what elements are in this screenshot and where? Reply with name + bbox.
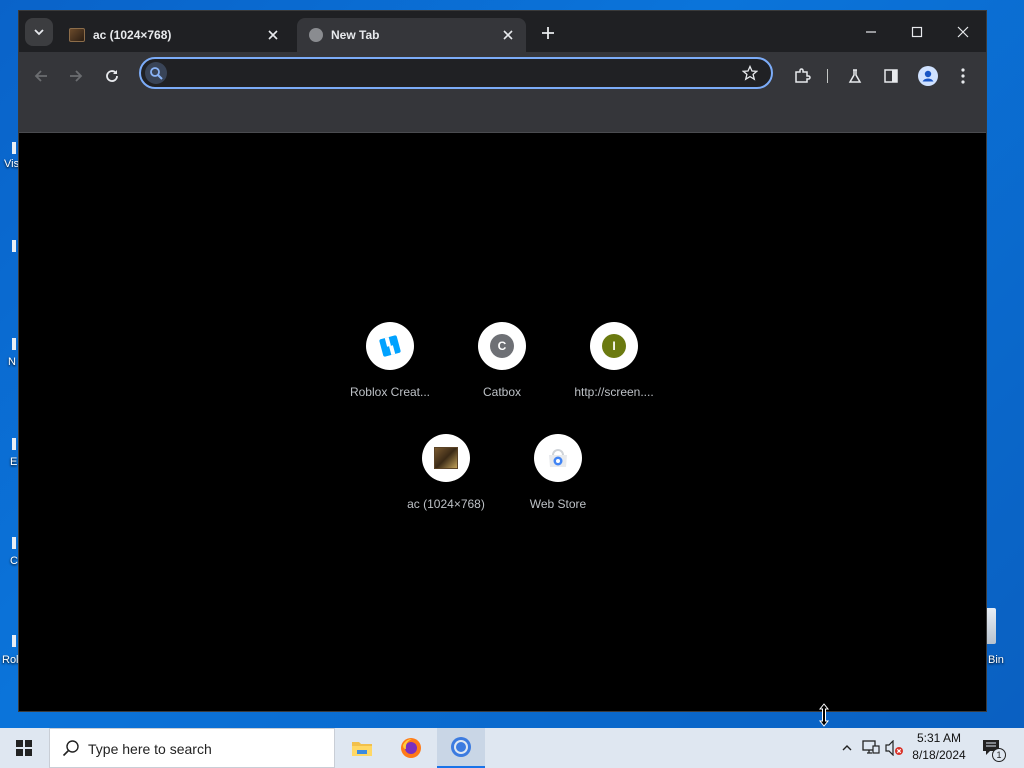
taskbar-search-box[interactable]: Type here to search <box>49 728 335 768</box>
notification-badge: 1 <box>992 748 1006 762</box>
new-tab-button[interactable] <box>538 23 558 43</box>
search-icon <box>145 62 167 84</box>
show-hidden-icons-button[interactable] <box>837 738 857 758</box>
new-tab-page: Roblox Creat... C Catbox I http://screen… <box>19 133 986 711</box>
address-input[interactable] <box>173 62 737 86</box>
bookmark-star-icon[interactable] <box>741 64 759 82</box>
browser-window: ac (1024×768) New Tab Roblox Creat... C … <box>18 10 987 712</box>
web-store-icon <box>534 434 582 482</box>
browser-toolbar <box>19 52 986 133</box>
maximize-icon <box>911 26 923 38</box>
arrow-right-icon <box>70 70 83 82</box>
roblox-studio-icon <box>366 322 414 370</box>
desktop-icon-fragment[interactable] <box>12 338 16 350</box>
extensions-button[interactable] <box>790 64 814 88</box>
close-icon <box>957 26 969 38</box>
volume-button[interactable] <box>885 738 905 758</box>
thumbnail-image <box>434 447 458 469</box>
avatar-icon <box>918 66 938 86</box>
screen-letter-icon: I <box>590 322 638 370</box>
tab-ac[interactable]: ac (1024×768) <box>57 18 291 52</box>
chevron-down-icon <box>34 29 44 36</box>
network-button[interactable] <box>861 738 881 758</box>
side-panel-icon <box>884 69 898 83</box>
ac-favicon-icon <box>69 28 85 42</box>
firefox-button[interactable] <box>387 728 435 768</box>
shortcut-tile-catbox[interactable]: C Catbox <box>446 322 558 422</box>
action-center-button[interactable]: 1 <box>982 738 1006 762</box>
start-button[interactable] <box>0 728 48 768</box>
globe-icon <box>309 28 323 42</box>
chrome-icon <box>451 737 471 757</box>
resize-cursor-icon <box>818 703 830 727</box>
close-window-button[interactable] <box>940 19 986 45</box>
shortcut-label: http://screen.... <box>574 385 654 399</box>
letter-avatar: I <box>602 334 626 358</box>
maximize-button[interactable] <box>894 19 940 45</box>
clock[interactable]: 5:31 AM 8/18/2024 <box>904 730 974 764</box>
puzzle-icon <box>795 68 811 83</box>
address-bar[interactable] <box>139 57 773 89</box>
tab-new-tab[interactable]: New Tab <box>297 18 526 52</box>
arrow-left-icon <box>34 70 47 82</box>
minimize-button[interactable] <box>848 19 894 45</box>
plus-icon <box>542 27 554 39</box>
folder-icon <box>352 742 372 756</box>
letter-avatar: C <box>490 334 514 358</box>
catbox-letter-icon: C <box>478 322 526 370</box>
clock-date: 8/18/2024 <box>912 748 966 762</box>
tab-title: New Tab <box>331 28 380 42</box>
reload-icon <box>106 70 118 82</box>
labs-button[interactable] <box>843 64 867 88</box>
profile-button[interactable] <box>916 64 940 88</box>
forward-button[interactable] <box>64 64 88 88</box>
desktop-icon-fragment[interactable] <box>12 537 16 549</box>
shortcut-label: ac (1024×768) <box>407 497 485 511</box>
shortcut-tile-web-store[interactable]: Web Store <box>502 434 614 534</box>
network-icon <box>862 740 880 754</box>
chrome-button[interactable] <box>437 728 485 768</box>
shortcut-tile-ac[interactable]: ac (1024×768) <box>390 434 502 534</box>
desktop-icon-fragment[interactable] <box>12 438 16 450</box>
search-icon <box>62 740 79 757</box>
kebab-menu-icon <box>961 68 965 84</box>
close-tab-icon[interactable] <box>265 27 281 43</box>
desktop-label: Rol <box>2 654 19 666</box>
desktop-label: N <box>8 356 16 368</box>
side-panel-button[interactable] <box>879 64 903 88</box>
taskbar: Type here to search 5:31 AM 8/18/2024 1 <box>0 728 1024 768</box>
volume-muted-icon <box>885 740 903 756</box>
close-tab-icon[interactable] <box>500 27 516 43</box>
minimize-icon <box>866 31 876 33</box>
shortcut-tile-roblox[interactable]: Roblox Creat... <box>334 322 446 422</box>
ac-thumbnail-icon <box>422 434 470 482</box>
search-placeholder: Type here to search <box>88 741 212 757</box>
menu-button[interactable] <box>951 64 975 88</box>
flask-icon <box>848 69 862 83</box>
toolbar-separator <box>827 69 828 83</box>
desktop-icon-fragment[interactable] <box>12 240 16 252</box>
desktop-label: E <box>10 456 18 468</box>
desktop-label: Bin <box>988 654 1004 666</box>
shortcut-label: Catbox <box>482 385 522 399</box>
desktop-icon-fragment[interactable] <box>12 635 16 647</box>
windows-logo-icon <box>16 740 32 756</box>
tab-title: ac (1024×768) <box>93 28 172 42</box>
back-button[interactable] <box>29 64 53 88</box>
reload-button[interactable] <box>100 64 124 88</box>
file-explorer-button[interactable] <box>338 728 386 768</box>
desktop-icon-fragment[interactable] <box>12 142 16 154</box>
shortcut-label: Web Store <box>529 497 587 511</box>
tab-strip: ac (1024×768) New Tab <box>19 11 986 52</box>
desktop-label: Vis <box>4 158 20 170</box>
desktop-label: C <box>10 555 18 567</box>
clock-time: 5:31 AM <box>916 731 962 745</box>
shortcut-label: Roblox Creat... <box>349 385 431 399</box>
firefox-icon <box>401 738 421 758</box>
tab-search-button[interactable] <box>25 18 53 46</box>
chevron-up-icon <box>842 745 852 751</box>
shortcut-tile-screen[interactable]: I http://screen.... <box>558 322 670 422</box>
